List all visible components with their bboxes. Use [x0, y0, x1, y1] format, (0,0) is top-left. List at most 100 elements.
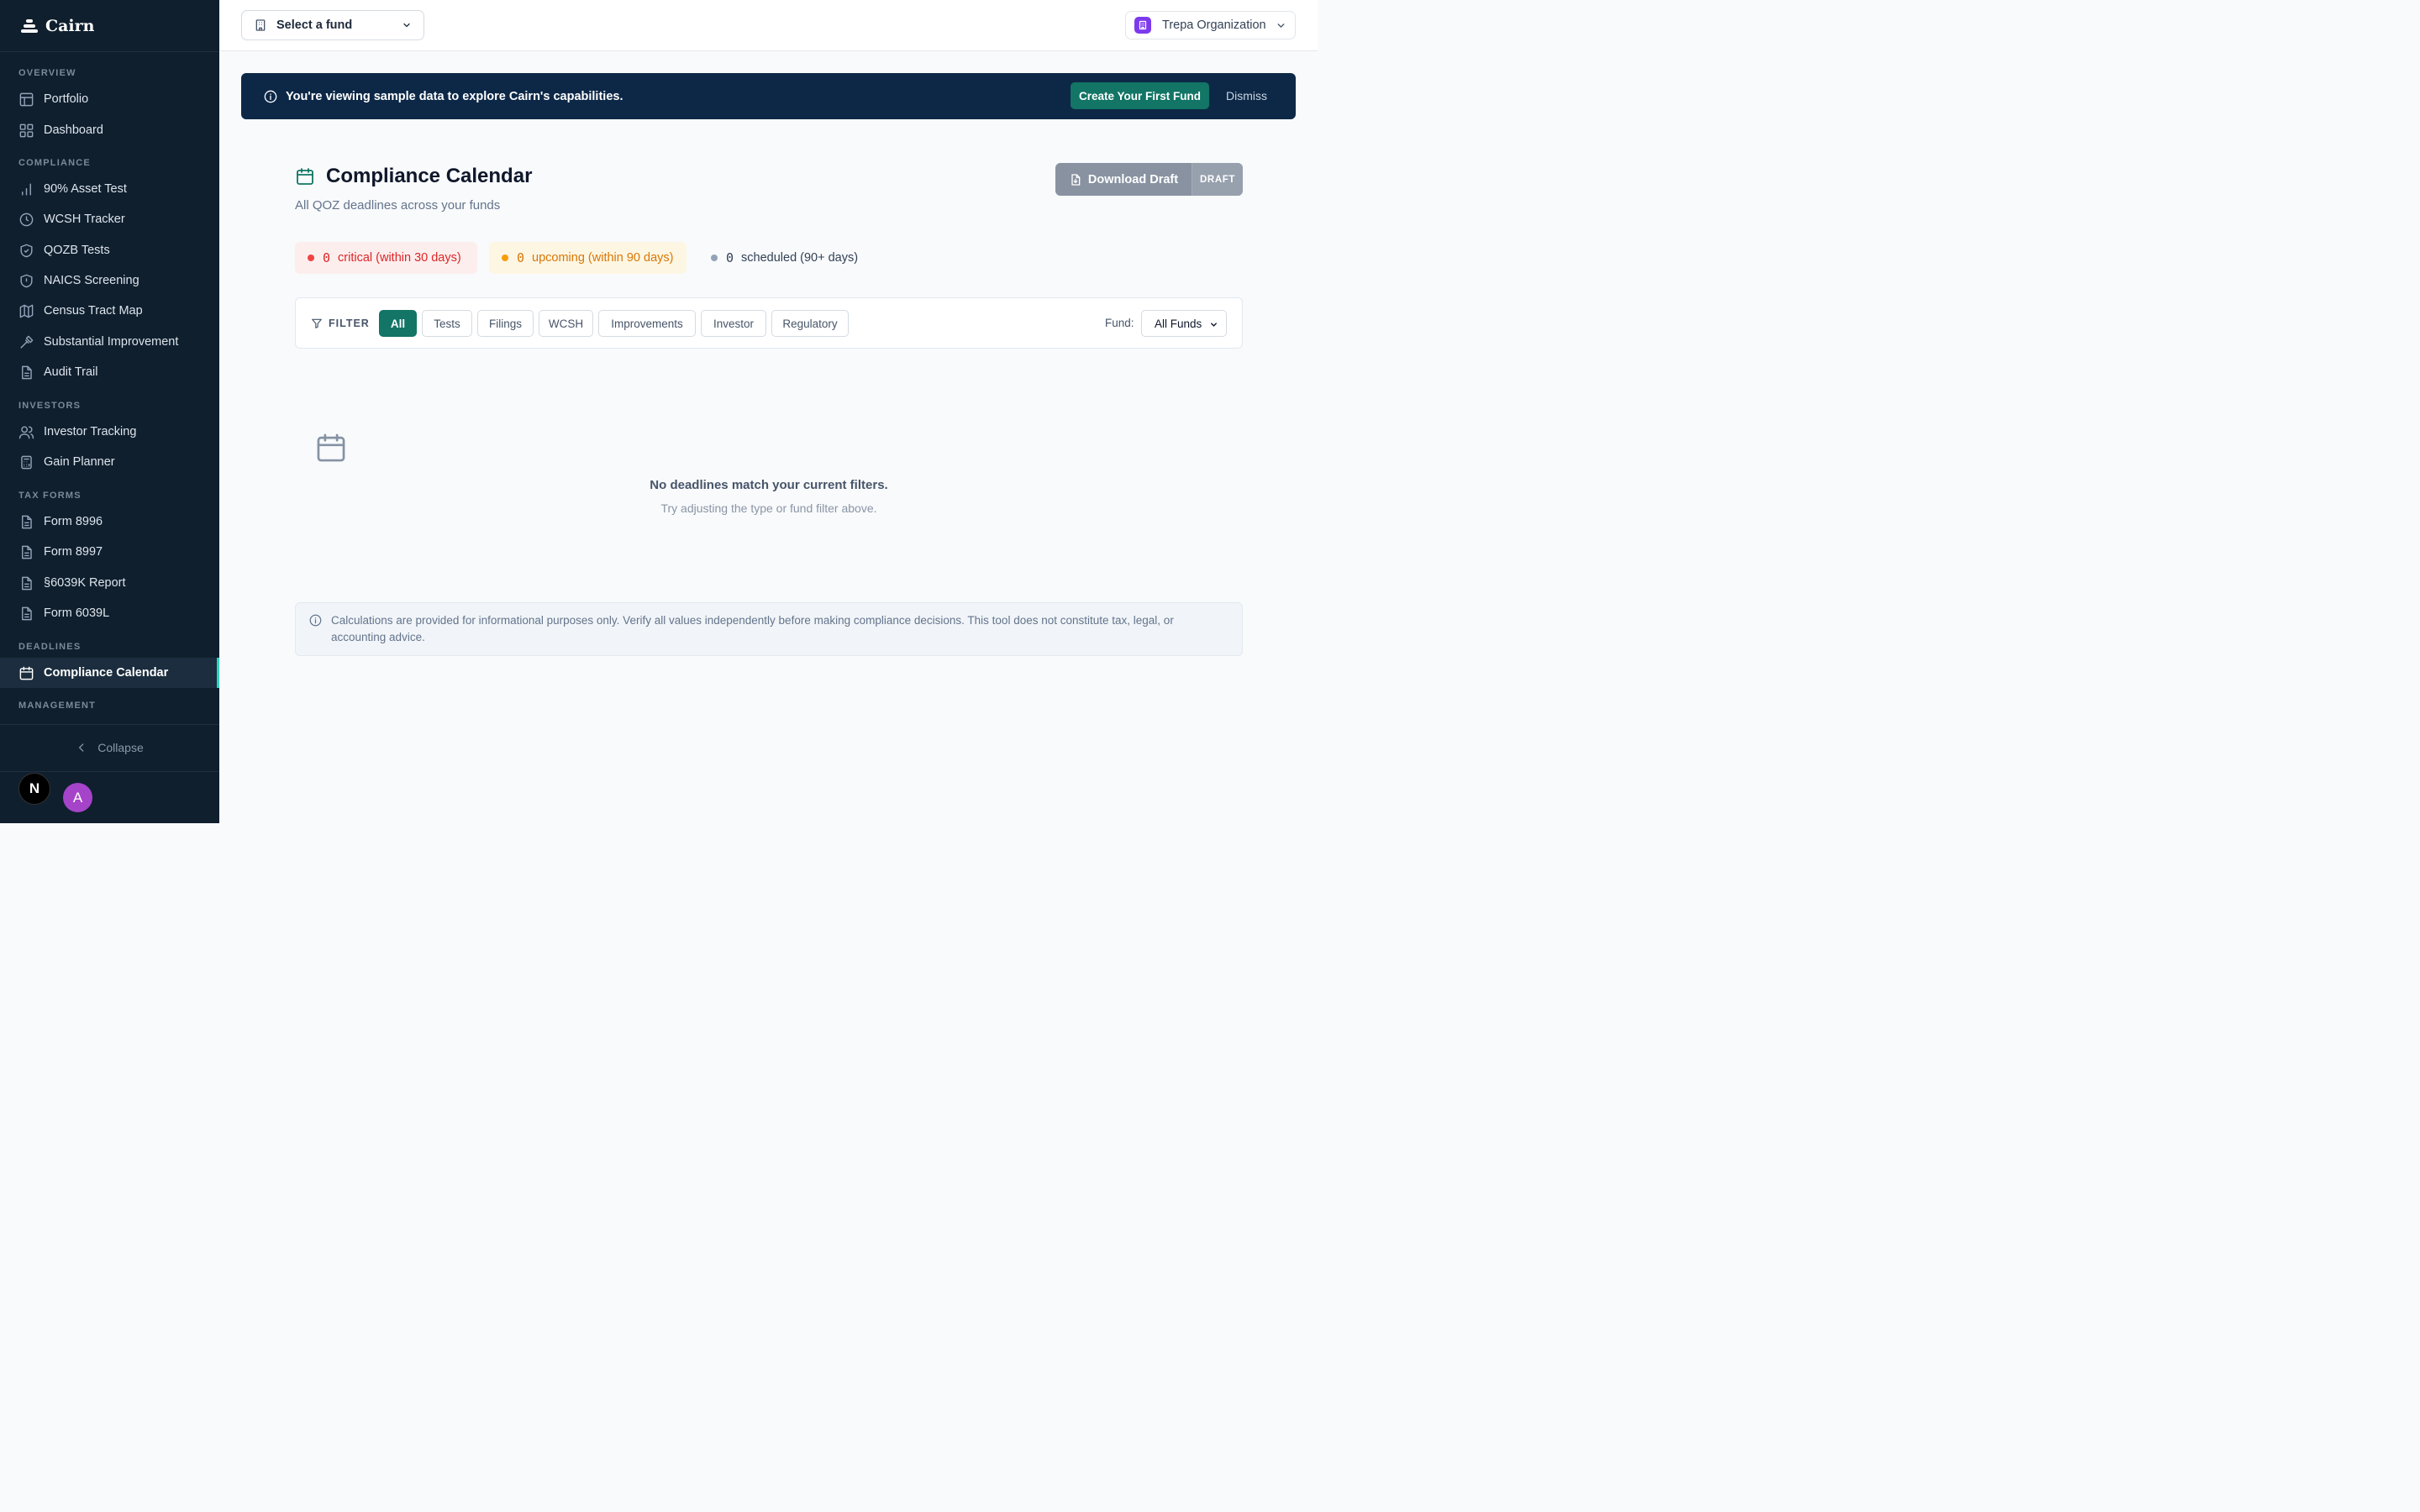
document-icon [22, 576, 32, 590]
scheduled-count: 0 [726, 250, 734, 265]
sidebar-item-substantial-improvement[interactable]: Substantial Improvement [0, 328, 219, 356]
hammer-icon [20, 335, 34, 349]
page-header: Compliance Calendar [295, 165, 532, 188]
critical-count: 0 [323, 250, 331, 265]
cairn-logo-icon [21, 18, 38, 33]
sidebar-item-qozb-tests[interactable]: QOZB Tests [0, 236, 219, 265]
upcoming-count-badge: 0 upcoming (within 90 days) [489, 242, 687, 274]
draft-badge: DRAFT [1192, 163, 1243, 196]
sidebar-item-form-8997[interactable]: Form 8997 [0, 538, 219, 566]
fund-filter-value: All Funds [1155, 317, 1202, 330]
sidebar-item-form-6039l[interactable]: Form 6039L [0, 599, 219, 627]
filter-chip-regulatory[interactable]: Regulatory [771, 310, 849, 337]
chevron-down-icon [403, 23, 410, 28]
shield-icon [20, 274, 33, 287]
map-icon [19, 304, 34, 318]
filter-label: FILTER [329, 317, 370, 329]
fund-selector[interactable]: Select a fund [241, 10, 424, 40]
sidebar-item-wcsh-tracker[interactable]: WCSH Tracker [0, 205, 219, 234]
building-icon [255, 19, 266, 31]
sidebar-item-label: Census Tract Map [44, 304, 143, 318]
filter-chip-all[interactable]: All [379, 310, 417, 337]
sidebar-item-6039k-report[interactable]: §6039K Report [0, 569, 219, 597]
fund-filter-label: Fund: [1105, 317, 1134, 329]
clock-icon [19, 213, 34, 226]
grid-icon [19, 123, 34, 137]
sidebar-item-gain-planner[interactable]: Gain Planner [0, 448, 219, 476]
section-management: MANAGEMENT [18, 701, 97, 711]
info-icon [309, 614, 322, 627]
sidebar-item-label: WCSH Tracker [44, 213, 125, 226]
section-tax-forms: TAX FORMS [18, 491, 82, 501]
sidebar-item-census-tract-map[interactable]: Census Tract Map [0, 297, 219, 325]
filter-chip-investor[interactable]: Investor [701, 310, 766, 337]
sidebar-item-label: Compliance Calendar [44, 666, 169, 680]
disclaimer-text: Calculations are provided for informatio… [331, 614, 1174, 643]
filter-chip-tests[interactable]: Tests [422, 310, 472, 337]
calendar-icon [19, 666, 34, 680]
document-icon [22, 365, 32, 379]
brand[interactable]: Cairn [0, 0, 219, 52]
document-icon [22, 545, 32, 559]
sidebar-item-investor-tracking[interactable]: Investor Tracking [0, 417, 219, 446]
sidebar-item-portfolio[interactable]: Portfolio [0, 85, 219, 113]
upcoming-dot [502, 255, 508, 261]
scheduled-dot [711, 255, 718, 261]
chevron-left-icon [79, 743, 84, 752]
banner-message: You're viewing sample data to explore Ca… [286, 89, 623, 103]
info-icon [264, 90, 277, 102]
sidebar-item-compliance-calendar[interactable]: Compliance Calendar [0, 658, 219, 688]
filter-chip-wcsh[interactable]: WCSH [539, 310, 593, 337]
topbar: Select a fund Trepa Organization [219, 0, 1318, 51]
sidebar-item-dashboard[interactable]: Dashboard [0, 116, 219, 144]
sample-data-banner: You're viewing sample data to explore Ca… [241, 73, 1296, 119]
collapse-button[interactable]: Collapse [0, 733, 219, 762]
sidebar-item-asset-test[interactable]: 90% Asset Test [0, 175, 219, 203]
filter-chip-filings[interactable]: Filings [477, 310, 534, 337]
collapse-label: Collapse [97, 741, 144, 754]
sidebar-item-naics-screening[interactable]: NAICS Screening [0, 266, 219, 295]
critical-count-badge: 0 critical (within 30 days) [295, 242, 477, 274]
scheduled-label: scheduled (90+ days) [741, 251, 859, 265]
disclaimer-box: Calculations are provided for informatio… [295, 602, 1243, 656]
empty-state-subtitle: Try adjusting the type or fund filter ab… [660, 501, 877, 515]
create-first-fund-button[interactable]: Create Your First Fund [1071, 82, 1209, 109]
filter-icon [312, 318, 322, 328]
dismiss-button[interactable]: Dismiss [1226, 82, 1267, 109]
critical-label: critical (within 30 days) [338, 251, 461, 265]
section-deadlines: DEADLINES [18, 642, 82, 652]
shield-check-icon [20, 244, 33, 257]
chevron-down-icon [1211, 323, 1217, 327]
chevron-down-icon [1277, 23, 1285, 28]
organization-switcher[interactable]: Trepa Organization [1125, 11, 1296, 39]
fund-selector-label: Select a fund [276, 18, 353, 32]
dev-tools-badge[interactable]: N [18, 773, 50, 805]
sidebar-item-label: Substantial Improvement [44, 335, 179, 349]
sidebar-item-label: §6039K Report [44, 576, 126, 590]
filter-bar: FILTER All Tests Filings WCSH Improvemen… [295, 297, 1243, 349]
sidebar-item-audit-trail[interactable]: Audit Trail [0, 358, 219, 386]
avatar[interactable]: A [63, 783, 92, 812]
download-draft-button[interactable]: Download Draft [1055, 163, 1192, 196]
app-name: Cairn [45, 16, 95, 35]
sidebar-item-label: 90% Asset Test [44, 182, 127, 196]
fund-filter-select[interactable]: All Funds [1141, 310, 1227, 337]
layout-icon [19, 92, 34, 106]
sidebar-item-label: Investor Tracking [44, 425, 137, 438]
scheduled-count-badge: 0 scheduled (90+ days) [698, 242, 871, 274]
page-subtitle: All QOZ deadlines across your funds [295, 198, 501, 213]
critical-dot [308, 255, 314, 261]
document-icon [22, 515, 32, 528]
sidebar-item-label: Gain Planner [44, 455, 115, 469]
sidebar-divider [0, 771, 219, 772]
document-icon [22, 606, 32, 620]
sidebar-divider [0, 724, 219, 725]
sidebar-item-label: Form 6039L [44, 606, 110, 620]
upcoming-count: 0 [517, 250, 525, 265]
bar-chart-icon [22, 182, 31, 196]
upcoming-label: upcoming (within 90 days) [532, 251, 674, 265]
sidebar-item-form-8996[interactable]: Form 8996 [0, 507, 219, 536]
page-title: Compliance Calendar [326, 165, 533, 187]
filter-chip-improvements[interactable]: Improvements [598, 310, 696, 337]
empty-calendar-icon [317, 433, 345, 462]
